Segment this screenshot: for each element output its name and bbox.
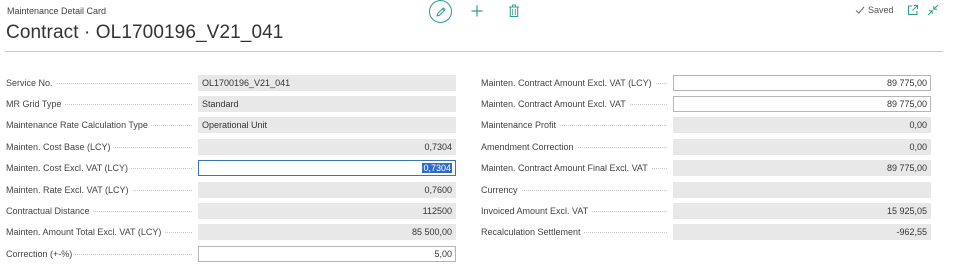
field-label: Contractual Distance <box>6 206 93 217</box>
maintenance-profit-field: 0,00 <box>673 117 931 134</box>
field-label: Maintenance Rate Calculation Type <box>6 120 151 131</box>
pencil-icon <box>435 6 446 17</box>
field-label: Mainten. Amount Total Excl. VAT (LCY) <box>6 227 165 238</box>
plus-icon[interactable] <box>470 4 484 18</box>
cost-excl-vat-input[interactable]: 0,7304 <box>198 160 456 177</box>
contract-amount-input[interactable]: 89 775,00 <box>673 96 931 113</box>
field-label: Mainten. Contract Amount Final Excl. VAT <box>481 163 651 174</box>
correction-input[interactable]: 5,00 <box>198 245 456 262</box>
rate-excl-vat-field: 0,7600 <box>198 181 456 198</box>
collapse-icon[interactable] <box>927 4 939 16</box>
field-label: Service No. <box>6 77 56 88</box>
field-rate-excl-vat: Mainten. Rate Excl. VAT (LCY) 0,7600 <box>6 179 456 200</box>
field-contractual-distance: Contractual Distance 112500 <box>6 200 456 221</box>
field-label: Mainten. Rate Excl. VAT (LCY) <box>6 184 132 195</box>
field-contract-amount-lcy: Mainten. Contract Amount Excl. VAT (LCY)… <box>481 72 931 93</box>
right-field-group: Mainten. Contract Amount Excl. VAT (LCY)… <box>481 72 931 243</box>
field-currency: Currency <box>481 179 931 200</box>
field-recalculation-settlement: Recalculation Settlement -962,55 <box>481 222 931 243</box>
header-divider <box>5 51 943 52</box>
recalculation-settlement-field: -962,55 <box>673 224 931 241</box>
field-contract-amount-final: Mainten. Contract Amount Final Excl. VAT… <box>481 158 931 179</box>
field-label: Recalculation Settlement <box>481 227 584 238</box>
rate-calculation-type-field: Operational Unit <box>198 117 456 134</box>
service-no-field: OL1700196_V21_041 <box>198 74 456 91</box>
contract-amount-final-field: 89 775,00 <box>673 160 931 177</box>
selected-text: 0,7304 <box>422 163 452 174</box>
field-amount-total: Mainten. Amount Total Excl. VAT (LCY) 85… <box>6 222 456 243</box>
field-mr-grid-type: MR Grid Type Standard <box>6 93 456 114</box>
page-caption: Maintenance Detail Card <box>7 6 107 16</box>
field-maintenance-profit: Maintenance Profit 0,00 <box>481 115 931 136</box>
checkmark-icon <box>855 6 865 14</box>
field-label: Mainten. Cost Excl. VAT (LCY) <box>6 163 132 174</box>
field-label: Amendment Correction <box>481 141 577 152</box>
field-label: Maintenance Profit <box>481 120 560 131</box>
field-label: Mainten. Cost Base (LCY) <box>6 141 114 152</box>
invoiced-amount-field: 15 925,05 <box>673 203 931 220</box>
contractual-distance-field: 112500 <box>198 203 456 220</box>
edit-button[interactable] <box>429 0 452 23</box>
amount-total-field: 85 500,00 <box>198 224 456 241</box>
contract-amount-lcy-input[interactable]: 89 775,00 <box>673 74 931 91</box>
field-correction: Correction (+-%) 5,00 <box>6 243 456 264</box>
trash-icon[interactable] <box>508 4 520 18</box>
field-cost-base: Mainten. Cost Base (LCY) 0,7304 <box>6 136 456 157</box>
open-in-new-window-icon[interactable] <box>907 4 919 16</box>
field-label: Invoiced Amount Excl. VAT <box>481 206 592 217</box>
amendment-correction-field: 0,00 <box>673 138 931 155</box>
mr-grid-type-field: Standard <box>198 96 456 113</box>
page-title: Contract · OL1700196_V21_041 <box>6 22 284 43</box>
field-label: Currency <box>481 184 521 195</box>
left-field-group: Service No. OL1700196_V21_041 MR Grid Ty… <box>6 72 456 265</box>
field-label: Mainten. Contract Amount Excl. VAT <box>481 99 629 110</box>
field-rate-calculation-type: Maintenance Rate Calculation Type Operat… <box>6 115 456 136</box>
field-invoiced-amount: Invoiced Amount Excl. VAT 15 925,05 <box>481 200 931 221</box>
field-label: MR Grid Type <box>6 99 65 110</box>
field-label: Mainten. Contract Amount Excl. VAT (LCY) <box>481 77 655 88</box>
field-amendment-correction: Amendment Correction 0,00 <box>481 136 931 157</box>
cost-base-field: 0,7304 <box>198 138 456 155</box>
saved-label: Saved <box>868 5 894 15</box>
currency-field <box>673 181 931 198</box>
field-contract-amount: Mainten. Contract Amount Excl. VAT 89 77… <box>481 93 931 114</box>
field-label: Correction (+-%) <box>6 248 76 259</box>
field-cost-excl-vat: Mainten. Cost Excl. VAT (LCY) 0,7304 <box>6 158 456 179</box>
saved-status: Saved <box>855 5 894 15</box>
field-service-no: Service No. OL1700196_V21_041 <box>6 72 456 93</box>
